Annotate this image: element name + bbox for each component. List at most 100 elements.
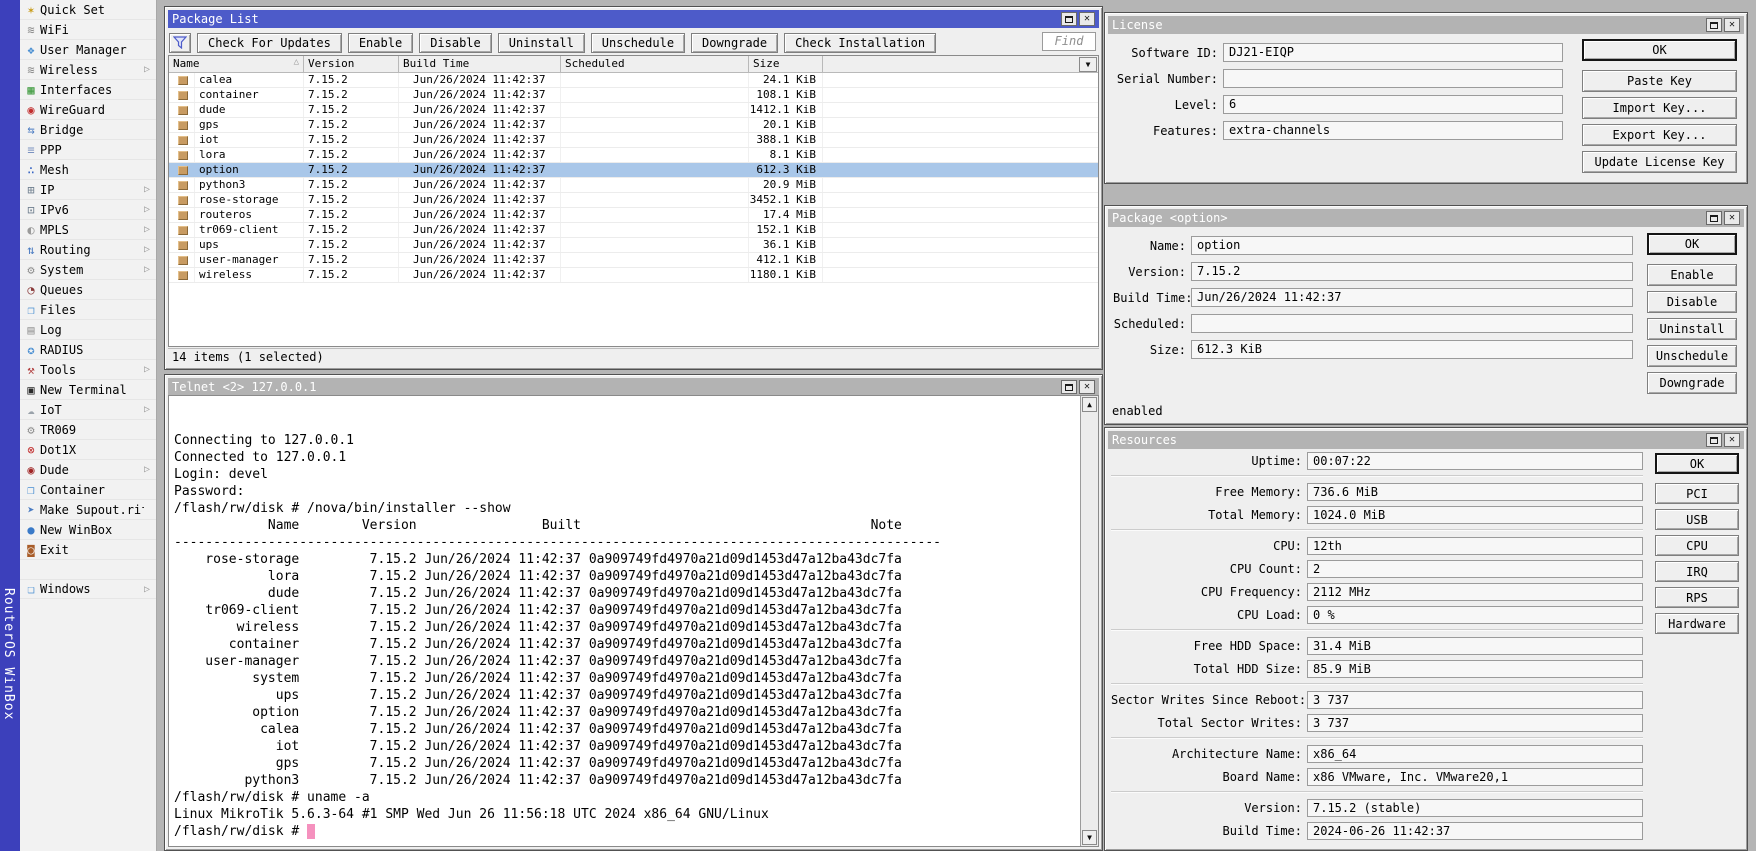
total-sector-writes-field[interactable]: 3 737 xyxy=(1307,714,1643,732)
cpu-count-field[interactable]: 2 xyxy=(1307,560,1643,578)
usb-button[interactable]: USB xyxy=(1655,509,1739,530)
sidebar-item-interfaces[interactable]: ▦ Interfaces xyxy=(20,80,156,100)
disable-button[interactable]: Disable xyxy=(419,33,492,53)
build-time-field[interactable]: 2024-06-26 11:42:37 xyxy=(1307,822,1643,840)
package-row[interactable]: wireless 7.15.2 Jun/26/2024 11:42:37 118… xyxy=(169,268,1098,283)
package-row[interactable]: lora 7.15.2 Jun/26/2024 11:42:37 8.1 KiB xyxy=(169,148,1098,163)
sidebar-item-new-winbox[interactable]: ● New WinBox xyxy=(20,520,156,540)
sidebar-item-iot[interactable]: ☁ IoT ▷ xyxy=(20,400,156,420)
close-button[interactable]: ✕ xyxy=(1724,18,1740,32)
serial-number-field[interactable] xyxy=(1223,69,1563,88)
version-field[interactable]: 7.15.2 xyxy=(1191,262,1633,281)
hardware-button[interactable]: Hardware xyxy=(1655,613,1739,634)
cpu-button[interactable]: CPU xyxy=(1655,535,1739,556)
ok-button[interactable]: OK xyxy=(1647,233,1737,255)
package-row[interactable]: user-manager 7.15.2 Jun/26/2024 11:42:37… xyxy=(169,253,1098,268)
package-row[interactable]: python3 7.15.2 Jun/26/2024 11:42:37 20.9… xyxy=(169,178,1098,193)
terminal-scrollbar[interactable]: ▲ ▼ xyxy=(1080,396,1098,846)
architecture-name-field[interactable]: x86_64 xyxy=(1307,745,1643,763)
check-installation-button[interactable]: Check Installation xyxy=(784,33,936,53)
terminal-area[interactable]: Connecting to 127.0.0.1 Connected to 127… xyxy=(168,395,1099,847)
software-id-field[interactable]: DJ21-EIQP xyxy=(1223,43,1563,62)
sidebar-item-wifi[interactable]: ≋ WiFi xyxy=(20,20,156,40)
size-field[interactable]: 612.3 KiB xyxy=(1191,340,1633,359)
sidebar-item-ipv6[interactable]: ⊡ IPv6 ▷ xyxy=(20,200,156,220)
sidebar-item-wireless[interactable]: ≋ Wireless ▷ xyxy=(20,60,156,80)
find-box[interactable]: Find xyxy=(1042,32,1096,51)
enable-button[interactable]: Enable xyxy=(1647,264,1737,286)
cpu-frequency-field[interactable]: 2112 MHz xyxy=(1307,583,1643,601)
rps-button[interactable]: RPS xyxy=(1655,587,1739,608)
ok-button[interactable]: OK xyxy=(1582,39,1737,61)
build-time-field[interactable]: Jun/26/2024 11:42:37 xyxy=(1191,288,1633,307)
package-row[interactable]: calea 7.15.2 Jun/26/2024 11:42:37 24.1 K… xyxy=(169,73,1098,88)
column-header-build-time[interactable]: Build Time xyxy=(399,56,561,72)
filter-button[interactable] xyxy=(169,33,191,53)
features-field[interactable]: extra-channels xyxy=(1223,121,1563,140)
sidebar-item-bridge[interactable]: ⇆ Bridge xyxy=(20,120,156,140)
maximize-button[interactable] xyxy=(1061,380,1077,394)
sidebar-item-exit[interactable]: ◙ Exit xyxy=(20,540,156,560)
sidebar-item-ppp[interactable]: ≡ PPP xyxy=(20,140,156,160)
sidebar-item-system[interactable]: ⚙ System ▷ xyxy=(20,260,156,280)
license-titlebar[interactable]: License ✕ xyxy=(1108,16,1744,34)
column-header-name[interactable]: Name △ xyxy=(169,56,304,72)
package-row[interactable]: tr069-client 7.15.2 Jun/26/2024 11:42:37… xyxy=(169,223,1098,238)
unschedule-button[interactable]: Unschedule xyxy=(591,33,685,53)
package-row[interactable]: gps 7.15.2 Jun/26/2024 11:42:37 20.1 KiB xyxy=(169,118,1098,133)
export-key-button[interactable]: Export Key... xyxy=(1582,124,1737,146)
sidebar-item-mpls[interactable]: ◐ MPLS ▷ xyxy=(20,220,156,240)
scroll-up-button[interactable]: ▲ xyxy=(1082,397,1097,412)
sidebar-item-tools[interactable]: ⚒ Tools ▷ xyxy=(20,360,156,380)
sidebar-item-make-supout[interactable]: ➤ Make Supout.rif xyxy=(20,500,156,520)
sidebar-item-files[interactable]: ❐ Files xyxy=(20,300,156,320)
terminal-output[interactable]: Connecting to 127.0.0.1 Connected to 127… xyxy=(174,396,1078,846)
downgrade-button[interactable]: Downgrade xyxy=(691,33,778,53)
package-row[interactable]: rose-storage 7.15.2 Jun/26/2024 11:42:37… xyxy=(169,193,1098,208)
uninstall-button[interactable]: Uninstall xyxy=(1647,318,1737,340)
close-button[interactable]: ✕ xyxy=(1079,12,1095,26)
telnet-titlebar[interactable]: Telnet <2> 127.0.0.1 ✕ xyxy=(168,378,1099,396)
resources-titlebar[interactable]: Resources ✕ xyxy=(1108,431,1744,449)
maximize-button[interactable] xyxy=(1706,433,1722,447)
cpu-field[interactable]: 12th xyxy=(1307,537,1643,555)
package-list-titlebar[interactable]: Package List ✕ xyxy=(168,10,1099,28)
maximize-button[interactable] xyxy=(1061,12,1077,26)
disable-button[interactable]: Disable xyxy=(1647,291,1737,313)
cpu-load-field[interactable]: 0 % xyxy=(1307,606,1643,624)
ok-button[interactable]: OK xyxy=(1655,453,1739,474)
name-field[interactable]: option xyxy=(1191,236,1633,255)
sidebar-item-mesh[interactable]: ∴ Mesh xyxy=(20,160,156,180)
package-row[interactable]: iot 7.15.2 Jun/26/2024 11:42:37 388.1 Ki… xyxy=(169,133,1098,148)
column-header-scheduled[interactable]: Scheduled xyxy=(561,56,749,72)
package-row[interactable]: dude 7.15.2 Jun/26/2024 11:42:37 1412.1 … xyxy=(169,103,1098,118)
import-key-button[interactable]: Import Key... xyxy=(1582,97,1737,119)
sidebar-item-ip[interactable]: ⊞ IP ▷ xyxy=(20,180,156,200)
uptime-field[interactable]: 00:07:22 xyxy=(1307,452,1643,470)
downgrade-button[interactable]: Downgrade xyxy=(1647,372,1737,394)
sector-writes-since-reboot-field[interactable]: 3 737 xyxy=(1307,691,1643,709)
package-row[interactable]: option 7.15.2 Jun/26/2024 11:42:37 612.3… xyxy=(169,163,1098,178)
uninstall-button[interactable]: Uninstall xyxy=(498,33,585,53)
sidebar-item-container[interactable]: ❒ Container xyxy=(20,480,156,500)
sidebar-item-wireguard[interactable]: ◉ WireGuard xyxy=(20,100,156,120)
sidebar-item-windows[interactable]: ❏ Windows ▷ xyxy=(20,579,156,599)
sidebar-item-dot1x[interactable]: ⊗ Dot1X xyxy=(20,440,156,460)
sidebar-item-routing[interactable]: ⇅ Routing ▷ xyxy=(20,240,156,260)
version-field[interactable]: 7.15.2 (stable) xyxy=(1307,799,1643,817)
sidebar-item-new-terminal[interactable]: ▣ New Terminal xyxy=(20,380,156,400)
scheduled-field[interactable] xyxy=(1191,314,1633,333)
total-hdd-size-field[interactable]: 85.9 MiB xyxy=(1307,660,1643,678)
maximize-button[interactable] xyxy=(1706,211,1722,225)
scroll-down-button[interactable]: ▼ xyxy=(1082,830,1097,845)
sidebar-item-user-manager[interactable]: ❖ User Manager xyxy=(20,40,156,60)
pci-button[interactable]: PCI xyxy=(1655,483,1739,504)
sidebar-item-tr069[interactable]: ⚙ TR069 xyxy=(20,420,156,440)
sidebar-item-dude[interactable]: ◉ Dude ▷ xyxy=(20,460,156,480)
enable-button[interactable]: Enable xyxy=(348,33,413,53)
board-name-field[interactable]: x86 VMware, Inc. VMware20,1 xyxy=(1307,768,1643,786)
package-row[interactable]: routeros 7.15.2 Jun/26/2024 11:42:37 17.… xyxy=(169,208,1098,223)
maximize-button[interactable] xyxy=(1706,18,1722,32)
sidebar-item-quick-set[interactable]: ✶ Quick Set xyxy=(20,0,156,20)
free-hdd-space-field[interactable]: 31.4 MiB xyxy=(1307,637,1643,655)
